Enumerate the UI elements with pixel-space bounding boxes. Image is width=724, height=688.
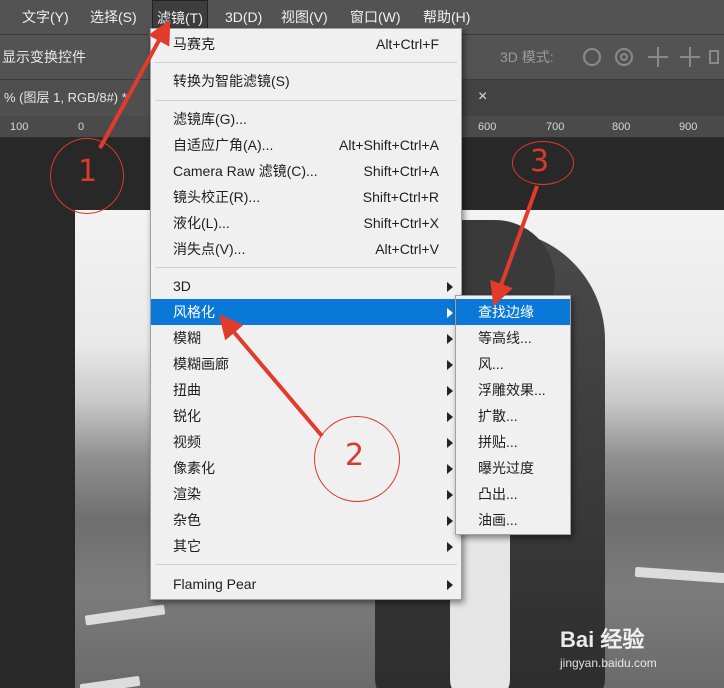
- annotation-arrow-1: [98, 19, 171, 149]
- annotation-arrows: [98, 19, 539, 438]
- annotation-number-2: 2: [345, 438, 365, 473]
- annotation-number-1: 1: [78, 154, 98, 189]
- watermark-url: jingyan.baidu.com: [560, 656, 657, 670]
- annotation-number-3: 3: [530, 144, 550, 179]
- annotation-arrow-2: [218, 314, 324, 438]
- baidu-jingyan-watermark: Bai 经验: [560, 627, 645, 652]
- annotation-arrow-3: [490, 185, 539, 307]
